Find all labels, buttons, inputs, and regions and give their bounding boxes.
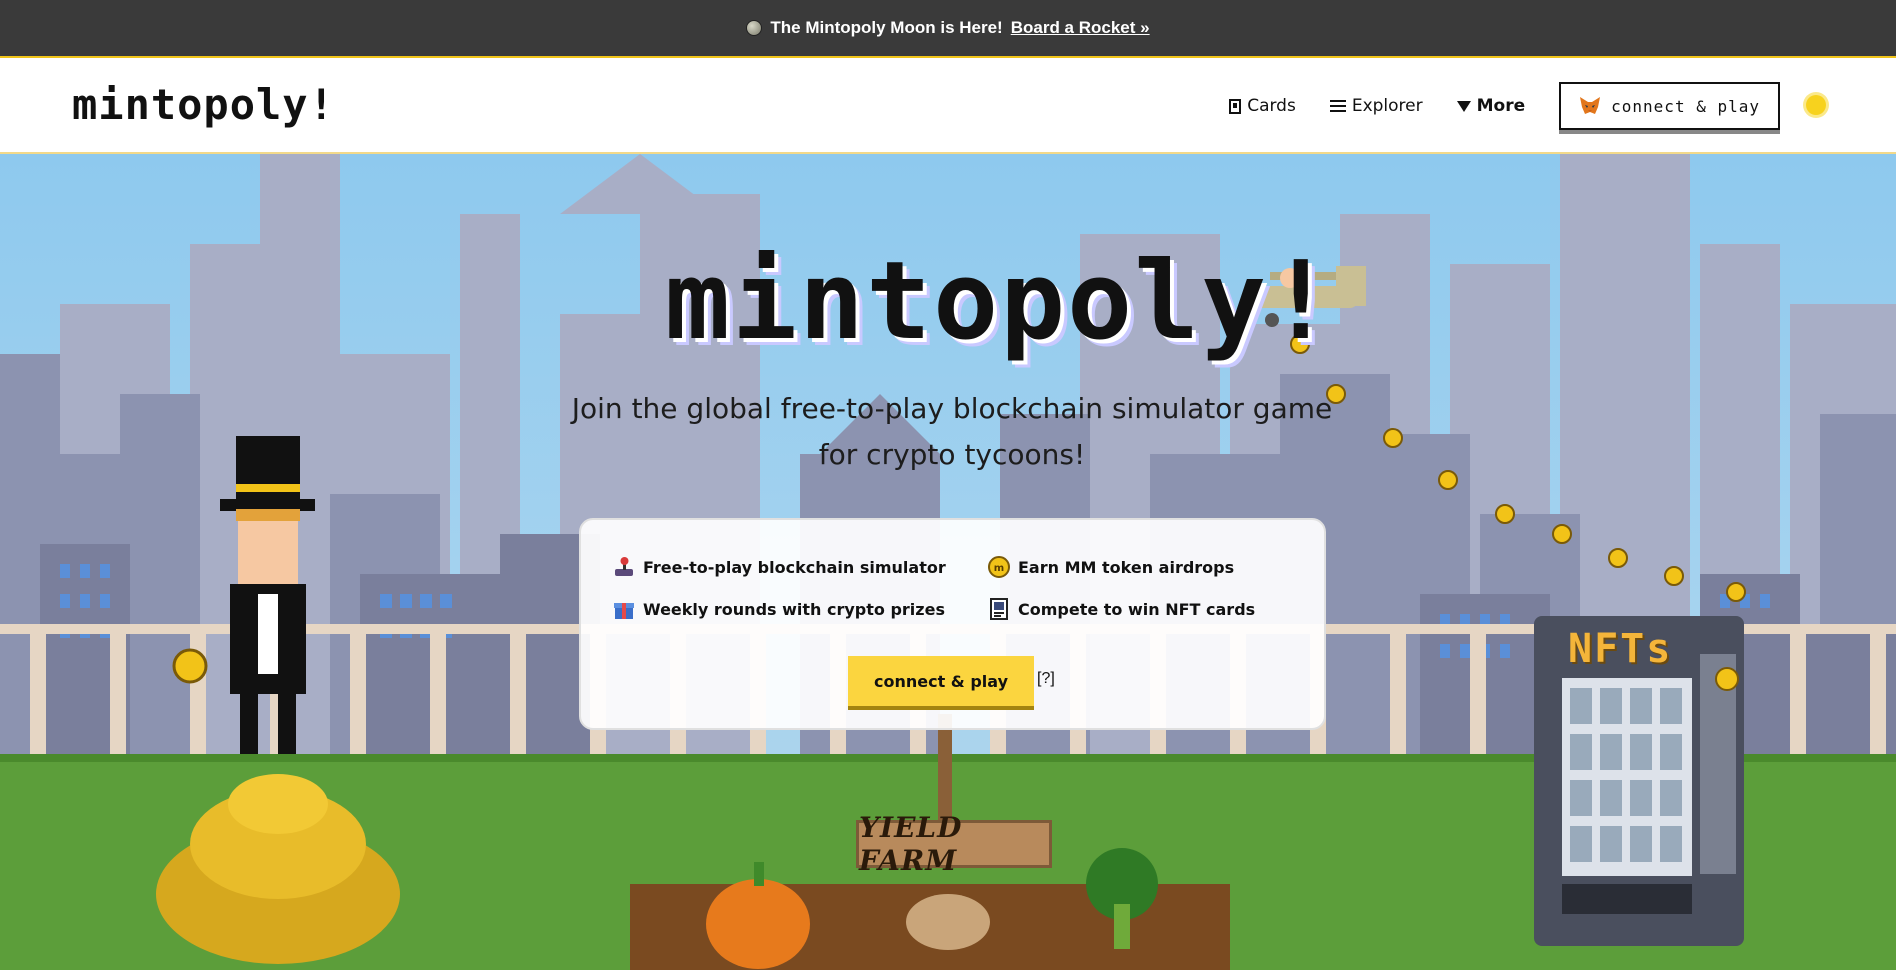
nav-explorer-label: Explorer: [1351, 96, 1423, 116]
feature-label: Free-to-play blockchain simulator: [643, 557, 946, 577]
yield-farm-sign: YIELD FARM: [856, 811, 1052, 877]
moon-icon: [746, 20, 763, 36]
nav-more-dropdown[interactable]: More: [1456, 96, 1526, 116]
svg-text:m: m: [994, 563, 1004, 574]
gift-icon: [614, 603, 634, 619]
mm-coin-icon: m: [988, 556, 1010, 578]
list-icon: [1329, 99, 1346, 113]
hero-section: mintopoly! Join the global free-to-play …: [0, 154, 1896, 970]
sun-icon[interactable]: [1806, 95, 1826, 115]
vending-machine-label: NFTs: [1568, 626, 1673, 672]
metamask-fox-icon: [1580, 97, 1601, 114]
nav-cards-link[interactable]: Cards: [1229, 96, 1296, 116]
card-icon: [1229, 98, 1242, 114]
nav-connect-label: connect & play: [1611, 96, 1760, 116]
feature-item: m Earn MM token airdrops: [988, 556, 1234, 578]
board-rocket-link[interactable]: Board a Rocket »: [1011, 18, 1150, 38]
joystick-icon: [615, 557, 633, 576]
help-link[interactable]: [?]: [1037, 670, 1055, 688]
announcement-bar: The Mintopoly Moon is Here! Board a Rock…: [0, 0, 1896, 58]
caret-down-icon: [1456, 100, 1471, 112]
nav-explorer-link[interactable]: Explorer: [1329, 96, 1423, 116]
feature-item: Compete to win NFT cards: [988, 598, 1255, 620]
top-nav: mintopoly! Cards Explorer More connect &…: [0, 58, 1896, 154]
feature-item: Free-to-play blockchain simulator: [613, 556, 946, 578]
nav-more-label: More: [1476, 96, 1526, 116]
nav-links: Cards Explorer More connect & play: [1229, 82, 1780, 130]
hero-connect-button[interactable]: connect & play: [848, 656, 1034, 706]
hero-tagline: Join the global free-to-play blockchain …: [571, 392, 1333, 471]
features-panel: Free-to-play blockchain simulator m Earn…: [579, 518, 1326, 730]
nav-cards-label: Cards: [1247, 96, 1296, 116]
feature-label: Weekly rounds with crypto prizes: [643, 599, 945, 619]
nav-connect-button[interactable]: connect & play: [1559, 82, 1780, 130]
announcement-text: The Mintopoly Moon is Here!: [770, 18, 1003, 37]
nft-card-icon: [990, 598, 1008, 620]
feature-label: Earn MM token airdrops: [1018, 557, 1235, 577]
hero-title: mintopoly!: [665, 239, 1336, 364]
feature-item: Weekly rounds with crypto prizes: [613, 598, 945, 620]
site-logo[interactable]: mintopoly!: [72, 80, 335, 129]
feature-label: Compete to win NFT cards: [1018, 599, 1256, 619]
